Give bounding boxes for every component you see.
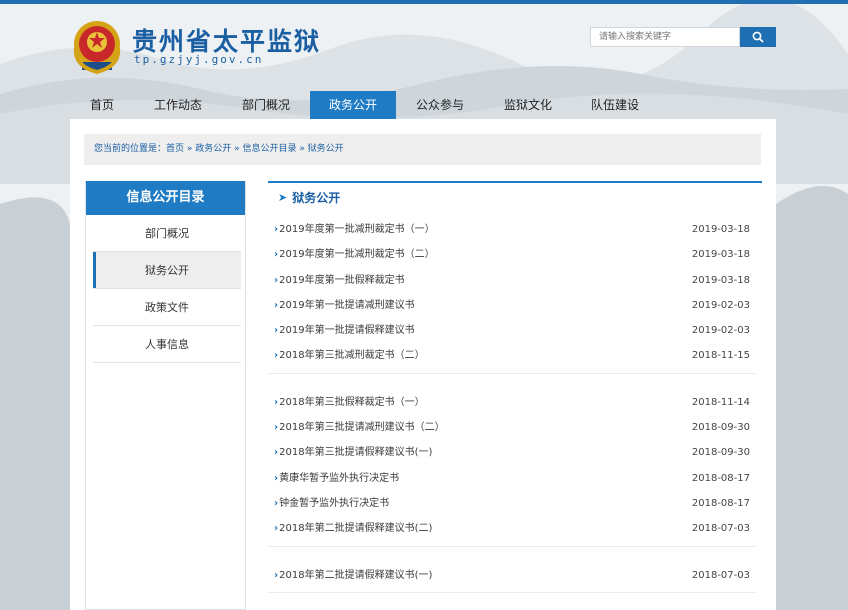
search-icon — [752, 31, 764, 43]
site-header: 贵州省太平监狱 tp.gzjyj.gov.cn — [70, 12, 776, 88]
main-nav: 首页 工作动态 部门概况 政务公开 公众参与 监狱文化 队伍建设 — [70, 91, 776, 119]
document-date: 2019-03-18 — [691, 274, 750, 286]
document-link[interactable]: ›2019年第一批提请减刑建议书 — [274, 293, 415, 318]
list-item: ›2018年第三批减刑裁定书（二） 2018-11-15 — [268, 343, 756, 368]
list-item: ›黄康华暂予监外执行决定书 2018-08-17 — [268, 466, 756, 491]
search-button[interactable] — [740, 27, 776, 47]
nav-public-participation[interactable]: 公众参与 — [396, 91, 484, 119]
arrow-right-icon: ➤ — [278, 191, 288, 204]
search-bar — [590, 27, 776, 47]
document-title: 2018年第三批假释裁定书（一） — [279, 396, 425, 408]
document-link[interactable]: ›2018年第三批假释裁定书（一） — [274, 390, 425, 415]
list-item: ›2019年度第一批假释裁定书 2019-03-18 — [268, 268, 756, 293]
site-domain: tp.gzjyj.gov.cn — [134, 53, 264, 66]
document-title: 2018年第二批提请假释建议书(二) — [279, 523, 433, 535]
sidebar-item-prison-affairs[interactable]: 狱务公开 — [93, 252, 241, 289]
sidebar-item-policy-documents[interactable]: 政策文件 — [93, 289, 241, 326]
nav-department-overview[interactable]: 部门概况 — [222, 91, 310, 119]
list-item: ›2019年度第一批减刑裁定书（一） 2019-03-18 — [268, 217, 756, 242]
sidebar-item-department[interactable]: 部门概况 — [93, 215, 241, 252]
document-link[interactable]: ›2018年第三批提请减刑建议书（二） — [274, 415, 445, 440]
document-title: 2019年第一批提请减刑建议书 — [279, 299, 415, 311]
bullet-arrow-icon: › — [274, 350, 279, 362]
document-link[interactable]: ›2018年第二批提请假释建议书(一) — [274, 563, 432, 588]
document-link[interactable]: ›2018年第三批提请假释建议书(一) — [274, 440, 432, 465]
document-link[interactable]: ›2019年度第一批减刑裁定书（一） — [274, 217, 435, 242]
document-title: 2018年第二批提请假释建议书(一) — [279, 569, 433, 581]
document-date: 2019-02-03 — [691, 299, 750, 311]
section-heading: ➤ 狱务公开 — [268, 181, 762, 213]
document-group: ›2018年第三批假释裁定书（一） 2018-11-14 ›2018年第三批提请减刑… — [268, 390, 756, 547]
document-date: 2018-08-17 — [691, 497, 750, 509]
list-item: ›2018年第二批提请假释建议书(一) 2018-07-03 — [268, 563, 756, 588]
bullet-arrow-icon: › — [274, 447, 279, 459]
bullet-arrow-icon: › — [274, 224, 279, 235]
nav-work-news[interactable]: 工作动态 — [134, 91, 222, 119]
bullet-arrow-icon: › — [274, 472, 279, 484]
document-date: 2019-02-03 — [691, 325, 750, 337]
document-title: 2019年度第一批假释裁定书 — [279, 274, 405, 286]
document-date: 2018-07-03 — [691, 523, 750, 535]
nav-home[interactable]: 首页 — [70, 91, 134, 119]
document-title: 2018年第三批提请减刑建议书（二） — [279, 422, 445, 434]
list-item: ›钟金暂予监外执行决定书 2018-08-17 — [268, 491, 756, 516]
police-emblem-icon — [73, 21, 121, 74]
document-date: 2019-03-18 — [691, 249, 750, 261]
document-title: 黄康华暂予监外执行决定书 — [279, 472, 400, 484]
breadcrumb: 您当前的位置是：首页 » 政务公开 » 信息公开目录 » 狱务公开 — [84, 134, 761, 165]
search-input[interactable] — [590, 27, 740, 47]
document-group: ›2018年第二批提请假释建议书(一) 2018-07-03 — [268, 563, 756, 593]
bullet-arrow-icon: › — [274, 249, 279, 261]
list-item: ›2018年第三批假释裁定书（一） 2018-11-14 — [268, 390, 756, 415]
section-title: 狱务公开 — [292, 191, 341, 205]
document-date: 2018-09-30 — [691, 447, 750, 459]
document-date: 2018-09-30 — [691, 422, 750, 434]
list-item: ›2018年第三批提请假释建议书(一) 2018-09-30 — [268, 440, 756, 465]
sidebar-item-personnel[interactable]: 人事信息 — [93, 326, 241, 363]
document-title: 2018年第三批提请假释建议书(一) — [279, 447, 433, 459]
document-link[interactable]: ›2018年第三批减刑裁定书（二） — [274, 343, 425, 368]
bullet-arrow-icon: › — [274, 396, 279, 408]
bullet-arrow-icon: › — [274, 422, 279, 434]
nav-prison-culture[interactable]: 监狱文化 — [484, 91, 572, 119]
document-date: 2018-11-15 — [691, 350, 750, 362]
document-date: 2018-07-03 — [691, 569, 750, 581]
document-link[interactable]: ›2019年度第一批减刑裁定书（二） — [274, 242, 435, 267]
document-title: 2019年度第一批减刑裁定书（二） — [279, 249, 435, 261]
document-title: 钟金暂予监外执行决定书 — [279, 497, 390, 509]
document-title: 2018年第三批减刑裁定书（二） — [279, 350, 425, 362]
document-group: ›2019年度第一批减刑裁定书（一） 2019-03-18 ›2019年度第一批减刑… — [268, 217, 756, 374]
document-title: 2019年度第一批减刑裁定书（一） — [279, 224, 435, 235]
document-date: 2018-11-14 — [691, 396, 750, 408]
document-date: 2018-08-17 — [691, 472, 750, 484]
document-title: 2019年第一批提请假释建议书 — [279, 325, 415, 337]
document-link[interactable]: ›2019年第一批提请假释建议书 — [274, 318, 415, 343]
list-item: ›2018年第三批提请减刑建议书（二） 2018-09-30 — [268, 415, 756, 440]
bullet-arrow-icon: › — [274, 523, 279, 535]
document-date: 2019-03-18 — [691, 224, 750, 235]
list-item: ›2018年第二批提请假释建议书(二) 2018-07-03 — [268, 516, 756, 541]
nav-team-building[interactable]: 队伍建设 — [572, 91, 658, 119]
list-item: ›2019年度第一批减刑裁定书（二） 2019-03-18 — [268, 242, 756, 267]
document-link[interactable]: ›钟金暂予监外执行决定书 — [274, 491, 389, 516]
document-link[interactable]: ›2019年度第一批假释裁定书 — [274, 268, 405, 293]
content-panel: 您当前的位置是：首页 » 政务公开 » 信息公开目录 » 狱务公开 信息公开目录… — [70, 119, 776, 610]
sidebar: 信息公开目录 部门概况 狱务公开 政策文件 人事信息 — [85, 181, 246, 610]
bullet-arrow-icon: › — [274, 569, 279, 581]
nav-government-affairs[interactable]: 政务公开 — [310, 91, 396, 119]
sidebar-title: 信息公开目录 — [86, 181, 245, 215]
document-link[interactable]: ›黄康华暂予监外执行决定书 — [274, 466, 399, 491]
document-link[interactable]: ›2018年第二批提请假释建议书(二) — [274, 516, 432, 541]
bullet-arrow-icon: › — [274, 274, 279, 286]
document-list: ›2019年度第一批减刑裁定书（一） 2019-03-18 ›2019年度第一批减刑… — [268, 217, 762, 593]
bullet-arrow-icon: › — [274, 325, 279, 337]
bullet-arrow-icon: › — [274, 497, 279, 509]
list-item: ›2019年第一批提请减刑建议书 2019-02-03 — [268, 293, 756, 318]
bullet-arrow-icon: › — [274, 299, 279, 311]
main-content: ➤ 狱务公开 ›2019年度第一批减刑裁定书（一） 2019-03-18 ›2019… — [268, 181, 762, 609]
list-item: ›2019年第一批提请假释建议书 2019-02-03 — [268, 318, 756, 343]
